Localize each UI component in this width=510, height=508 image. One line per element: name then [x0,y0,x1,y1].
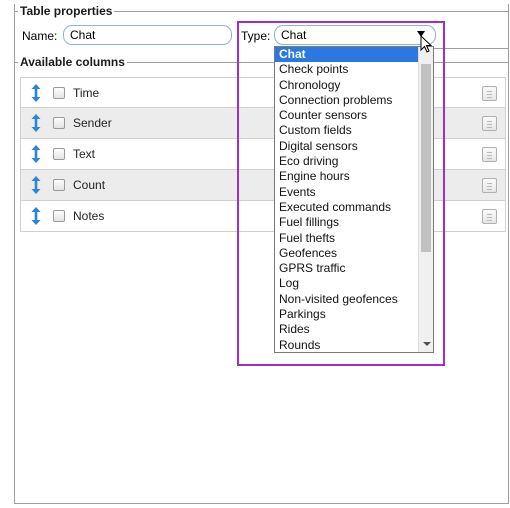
column-label: Count [73,178,106,192]
column-label: Sender [73,116,112,130]
vertical-resize-arrow-icon[interactable] [31,207,41,225]
column-checkbox[interactable] [53,117,65,129]
column-label: Text [73,147,96,161]
column-checkbox[interactable] [53,179,65,191]
name-label: Name: [22,29,58,43]
mouse-pointer-icon [420,35,433,53]
info-icon[interactable] [482,147,497,162]
column-label: Time [73,85,100,100]
name-input[interactable] [63,25,232,45]
vertical-resize-arrow-icon[interactable] [31,176,41,194]
vertical-resize-arrow-icon[interactable] [31,145,41,163]
info-icon[interactable] [482,209,497,224]
table-properties-legend: Table properties [18,4,115,18]
column-checkbox[interactable] [53,210,65,222]
vertical-resize-arrow-icon[interactable] [31,83,41,102]
column-checkbox[interactable] [53,148,65,160]
available-columns-legend: Available columns [18,55,127,69]
info-icon[interactable] [482,178,497,193]
column-label: Notes [73,209,105,223]
info-icon[interactable] [482,116,497,131]
column-checkbox[interactable] [53,86,65,99]
info-icon[interactable] [482,86,497,101]
dropdown-highlight-box [237,21,445,366]
vertical-resize-arrow-icon[interactable] [31,114,41,132]
